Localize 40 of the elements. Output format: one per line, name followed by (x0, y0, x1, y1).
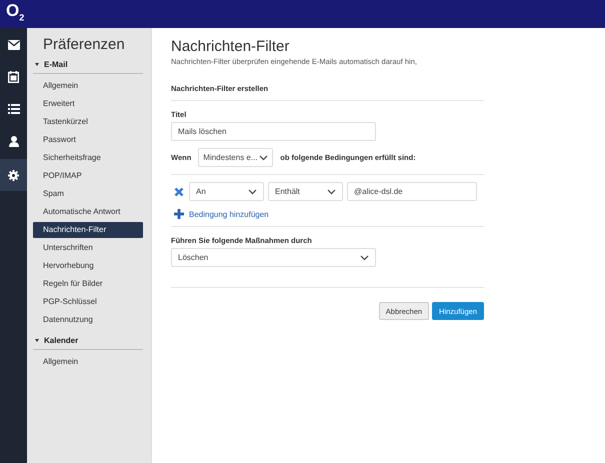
chevron-icon (360, 254, 369, 260)
sidebar-item[interactable]: Automatische Antwort (33, 203, 143, 221)
list-icon (8, 104, 20, 114)
settings-icon (8, 170, 19, 180)
dropdown[interactable]: Enthält (268, 182, 343, 201)
chevron-icon (248, 188, 257, 194)
section-header[interactable]: Kalender (33, 333, 143, 350)
sidebar-item[interactable]: PGP-Schlüssel (33, 293, 143, 311)
caret-icon (35, 63, 39, 66)
sidebar-item[interactable]: Allgemein (33, 77, 143, 95)
chevron-icon (327, 188, 336, 194)
sidebar-item[interactable]: Passwort (33, 131, 143, 149)
value-field[interactable]: @alice-dsl.de (347, 182, 477, 201)
sidebar-item[interactable]: Spam (33, 185, 143, 203)
sidebar-item[interactable]: Sicherheitsfrage (33, 149, 143, 167)
page-title: Nachrichten-Filter (171, 38, 290, 55)
add-condition-link[interactable]: Bedingung hinzufügen (174, 209, 269, 219)
sidebar-item[interactable]: Tastenkürzel (33, 113, 143, 131)
sidebar-item[interactable]: Datennutzung (33, 311, 143, 329)
sidebar-item[interactable]: Regeln für Bilder (33, 275, 143, 293)
dropdown[interactable]: Löschen (171, 248, 376, 267)
remove-icon[interactable] (174, 186, 184, 196)
caret-icon (35, 339, 39, 342)
calendar-icon (8, 71, 19, 83)
sidebar-item[interactable]: POP/IMAP (33, 167, 143, 185)
title-field[interactable]: Mails löschen (171, 122, 376, 141)
dropdown[interactable]: Mindestens e... (198, 148, 274, 167)
chevron-icon (259, 154, 268, 160)
sidebar-item[interactable]: Unterschriften (33, 239, 143, 257)
envelope-icon (8, 40, 20, 50)
sidebar-item[interactable]: Allgemein (33, 353, 143, 371)
sidebar-title: Präferenzen (42, 35, 126, 55)
dropdown[interactable]: An (189, 182, 264, 201)
section-header[interactable]: E-Mail (33, 57, 143, 74)
sidebar-item[interactable]: Erweitert (33, 95, 143, 113)
logo: O$_{2}$ (6, 0, 24, 24)
sidebar-item[interactable]: Nachrichten-Filter (33, 222, 143, 238)
plus-icon (174, 209, 184, 219)
sidebar-item[interactable]: Hervorhebung (33, 257, 143, 275)
person-icon (8, 136, 18, 146)
